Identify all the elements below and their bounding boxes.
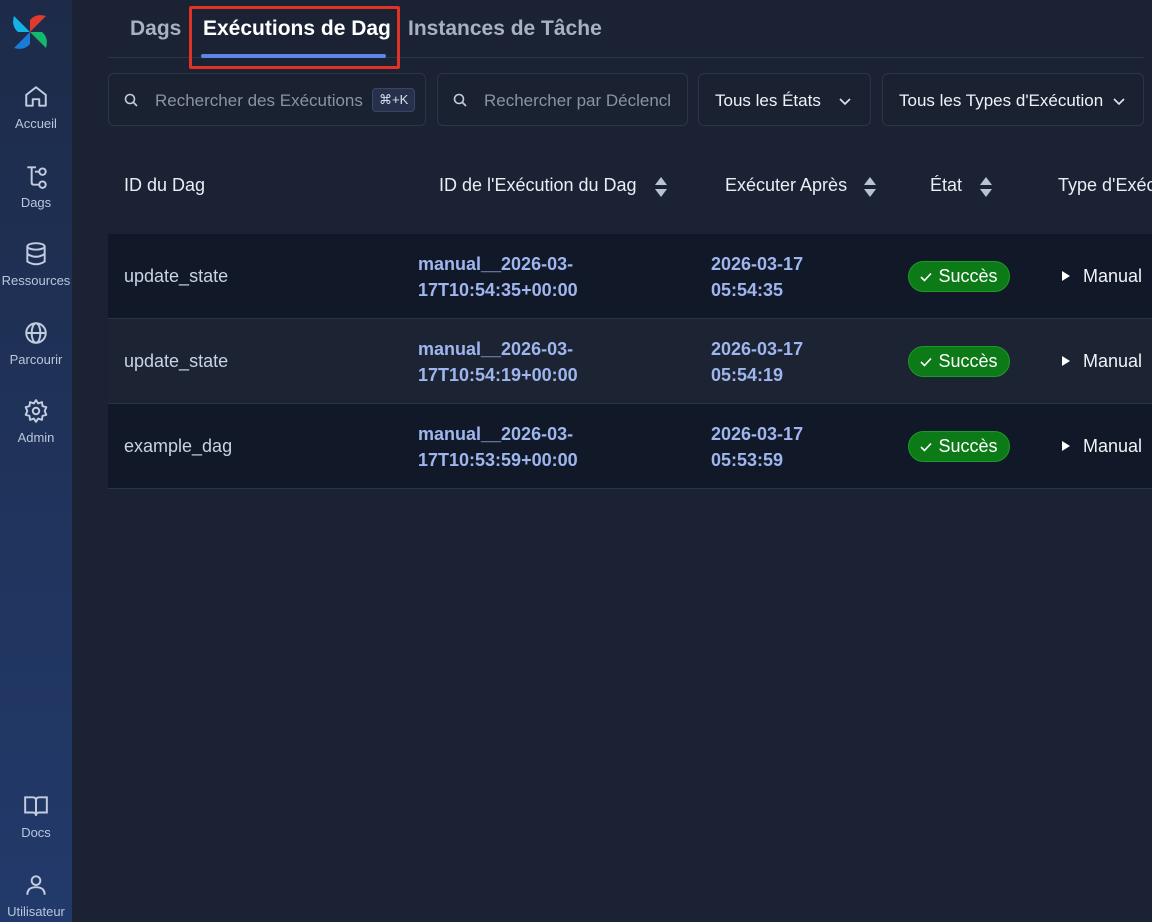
state-select-value: Tous les États (715, 91, 821, 110)
sidebar-item-ressources[interactable]: Ressources (0, 241, 72, 288)
column-header-run-id[interactable]: ID de l'Exécution du Dag (439, 175, 637, 196)
run-id-line: manual__2026-03- (418, 424, 574, 444)
sidebar-item-label: Ressources (1, 273, 71, 288)
column-header-run-after[interactable]: Exécuter Après (725, 175, 847, 196)
sidebar-item-label: Admin (17, 430, 55, 445)
run-type-select[interactable]: Tous les Types d'Exécution (882, 73, 1144, 126)
highlight-annotation (189, 6, 400, 69)
status-label: Succès (938, 351, 998, 371)
play-icon (1062, 271, 1070, 281)
sort-icon[interactable] (863, 176, 877, 198)
run-type-label: Manual (1083, 266, 1143, 286)
airflow-logo[interactable] (8, 10, 52, 54)
run-id-line: manual__2026-03- (418, 254, 574, 274)
sidebar-item-dags[interactable]: Dags (0, 163, 72, 210)
sidebar-item-label: Docs (21, 825, 51, 840)
search-icon (124, 93, 138, 107)
run-after-date: 2026-03-17 (711, 339, 804, 359)
run-after-value: 2026-03-17 05:54:35 (711, 251, 803, 303)
column-header-run-type: Type d'Exéc (1058, 175, 1152, 195)
run-after-date: 2026-03-17 (711, 424, 804, 444)
sidebar-item-label: Parcourir (9, 352, 63, 367)
run-id-link[interactable]: manual__2026-03- 17T10:54:35+00:00 (418, 251, 578, 303)
sort-icon[interactable] (654, 176, 668, 198)
sidebar-item-label: Utilisateur (7, 904, 65, 919)
run-after-time: 05:54:35 (711, 280, 784, 300)
run-type-label: Manual (1083, 351, 1143, 371)
table-row[interactable]: update_state manual__2026-03- 17T10:54:3… (108, 234, 1152, 319)
gear-icon (24, 399, 48, 423)
check-icon (920, 357, 933, 367)
database-icon (26, 242, 46, 266)
check-icon (920, 272, 933, 282)
run-id-line: 17T10:53:59+00:00 (418, 450, 578, 470)
status-badge: Succès (908, 346, 1010, 377)
sort-icon[interactable] (979, 176, 993, 198)
check-icon (920, 442, 933, 452)
tab-dags[interactable]: Dags (130, 17, 181, 41)
search-trigger-input[interactable]: Rechercher par Déclencl (437, 73, 688, 126)
sidebar-item-utilisateur[interactable]: Utilisateur (0, 872, 72, 919)
chevron-down-icon (839, 98, 851, 106)
column-header-state[interactable]: État (930, 175, 962, 196)
run-id-link[interactable]: manual__2026-03- 17T10:53:59+00:00 (418, 421, 578, 473)
dag-id-link[interactable]: update_state (124, 351, 228, 372)
chevron-down-icon (1113, 98, 1125, 106)
run-after-value: 2026-03-17 05:54:19 (711, 336, 803, 388)
search-icon (453, 93, 467, 107)
sidebar-item-docs[interactable]: Docs (0, 793, 72, 840)
run-type-select-value: Tous les Types d'Exécution (899, 91, 1104, 110)
table-row[interactable]: example_dag manual__2026-03- 17T10:53:59… (108, 404, 1152, 489)
dag-icon (27, 166, 47, 189)
search-runs-input[interactable]: Rechercher des Exécutions ⌘+K (108, 73, 426, 126)
status-label: Succès (938, 266, 998, 286)
run-type-label: Manual (1083, 436, 1143, 456)
status-badge: Succès (908, 261, 1010, 292)
search-trigger-placeholder: Rechercher par Déclencl (484, 91, 672, 110)
sidebar-item-parcourir[interactable]: Parcourir (0, 320, 72, 367)
run-after-time: 05:54:19 (711, 365, 784, 385)
sidebar-item-label: Accueil (15, 116, 57, 131)
state-select[interactable]: Tous les États (698, 73, 871, 126)
column-header-dag-id: ID du Dag (124, 175, 206, 195)
run-id-line: 17T10:54:19+00:00 (418, 365, 578, 385)
status-label: Succès (938, 436, 998, 456)
sidebar-item-admin[interactable]: Admin (0, 398, 72, 445)
home-icon (25, 86, 47, 107)
run-after-time: 05:53:59 (711, 450, 784, 470)
sidebar-item-label: Dags (20, 195, 52, 210)
globe-icon (25, 322, 47, 344)
dag-id-link[interactable]: example_dag (124, 436, 232, 457)
dag-id-link[interactable]: update_state (124, 266, 228, 287)
user-icon (26, 875, 46, 895)
keyboard-shortcut-badge: ⌘+K (372, 88, 416, 112)
play-icon (1062, 441, 1070, 451)
run-after-value: 2026-03-17 05:53:59 (711, 421, 803, 473)
search-runs-placeholder: Rechercher des Exécutions (155, 91, 363, 110)
status-badge: Succès (908, 431, 1010, 462)
play-icon (1062, 356, 1070, 366)
run-id-link[interactable]: manual__2026-03- 17T10:54:19+00:00 (418, 336, 578, 388)
tab-task-instances[interactable]: Instances de Tâche (408, 17, 602, 41)
run-after-date: 2026-03-17 (711, 254, 804, 274)
book-icon (24, 796, 48, 816)
run-id-line: 17T10:54:35+00:00 (418, 280, 578, 300)
table-row[interactable]: update_state manual__2026-03- 17T10:54:1… (108, 319, 1152, 404)
run-id-line: manual__2026-03- (418, 339, 574, 359)
sidebar-item-accueil[interactable]: Accueil (0, 84, 72, 131)
sidebar: Accueil Dags Ressources Parcourir Admin … (0, 0, 72, 922)
